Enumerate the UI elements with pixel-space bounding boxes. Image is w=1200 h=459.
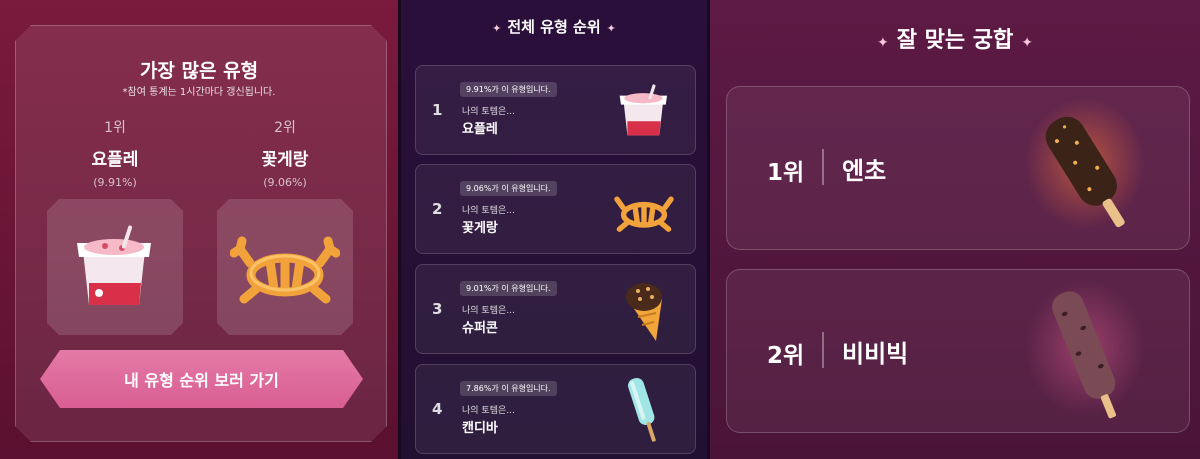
totem-name: 꽃게랑 xyxy=(462,221,498,236)
totem-thumbnail xyxy=(609,275,679,345)
crab-snack-icon xyxy=(230,227,340,307)
type-image-tile xyxy=(47,199,183,335)
percent-badge: 9.01%가 이 유형입니다. xyxy=(460,281,557,296)
divider xyxy=(822,149,824,185)
top-rank-2: 2위 꽃게랑 (9.06%) xyxy=(215,117,355,335)
totem-label: 나의 토템은... xyxy=(462,306,515,316)
percent-badge: 9.91%가 이 유형입니다. xyxy=(460,82,557,97)
totem-thumbnail xyxy=(609,175,679,245)
most-popular-panel: 가장 많은 유형 *참여 통계는 1시간마다 갱신됩니다. 1위 요플레 (9.… xyxy=(0,0,398,459)
totem-name: 캔디바 xyxy=(462,421,498,436)
type-name: 꽃게랑 xyxy=(261,150,309,170)
rank-label: 2위 xyxy=(274,120,296,136)
rank-number: 3 xyxy=(432,300,443,318)
stats-update-note: *참여 통계는 1시간마다 갱신됩니다. xyxy=(122,87,276,98)
sparkle-icon: ✦ xyxy=(877,35,889,51)
compatibility-title: ✦ 잘 맞는 궁합 ✦ xyxy=(710,22,1200,54)
top-rank-1: 1위 요플레 (9.91%) xyxy=(45,117,185,335)
match-card[interactable]: 2위 비비빅 xyxy=(726,269,1190,433)
type-percent: (9.06%) xyxy=(263,176,307,189)
percent-badge: 7.86%가 이 유형입니다. xyxy=(460,381,557,396)
totem-name: 슈퍼콘 xyxy=(462,321,498,336)
overall-ranking-title: ✦ 전체 유형 순위 ✦ xyxy=(401,16,707,37)
percent-badge: 9.06%가 이 유형입니다. xyxy=(460,181,557,196)
compatibility-title-text: 잘 맞는 궁합 xyxy=(896,28,1014,53)
overall-ranking-title-text: 전체 유형 순위 xyxy=(507,18,601,36)
totem-label: 나의 토템은... xyxy=(462,406,515,416)
type-percent: (9.91%) xyxy=(93,176,137,189)
type-image-tile xyxy=(217,199,353,335)
ranking-list-item[interactable]: 2 9.06%가 이 유형입니다. 나의 토템은... 꽃게랑 xyxy=(415,164,696,254)
red-bean-popsicle-icon xyxy=(1025,280,1145,419)
compatibility-panel: ✦ 잘 맞는 궁합 ✦ 1위 엔초 2위 비비빅 xyxy=(710,0,1200,459)
rank-number: 2 xyxy=(432,200,443,218)
match-card[interactable]: 1위 엔초 xyxy=(726,86,1190,250)
most-popular-title: 가장 많은 유형 xyxy=(139,60,259,82)
rank-number: 4 xyxy=(432,400,443,418)
ranking-list-item[interactable]: 3 9.01%가 이 유형입니다. 나의 토템은... 슈퍼콘 xyxy=(415,264,696,354)
ice-cream-cone-icon xyxy=(626,283,662,341)
match-rank: 1위 xyxy=(767,160,805,186)
match-name: 비비빅 xyxy=(842,340,909,368)
sparkle-icon: ✦ xyxy=(606,22,616,35)
yogurt-cup-icon xyxy=(65,217,165,317)
totem-thumbnail xyxy=(609,76,679,146)
crab-snack-icon xyxy=(614,196,674,232)
totem-label: 나의 토템은... xyxy=(462,206,515,216)
chocolate-popsicle-icon xyxy=(1025,97,1145,229)
yogurt-cup-icon xyxy=(619,84,668,136)
match-name: 엔초 xyxy=(842,157,887,185)
type-name: 요플레 xyxy=(91,150,139,170)
candy-bar-popsicle-icon xyxy=(628,377,656,442)
overall-ranking-panel: ✦ 전체 유형 순위 ✦ 1 9.91%가 이 유형입니다. 나의 토템은... 요… xyxy=(401,0,707,459)
sparkle-icon: ✦ xyxy=(1021,35,1033,51)
view-my-rank-button[interactable]: 내 유형 순위 보러 가기 xyxy=(40,350,363,408)
rank-label: 1위 xyxy=(104,120,126,136)
ranking-list-item[interactable]: 1 9.91%가 이 유형입니다. 나의 토템은... 요플레 xyxy=(415,65,696,155)
divider xyxy=(822,332,824,368)
totem-thumbnail xyxy=(609,375,679,445)
ranking-list-item[interactable]: 4 7.86%가 이 유형입니다. 나의 토템은... 캔디바 xyxy=(415,364,696,454)
rank-number: 1 xyxy=(432,101,443,119)
totem-name: 요플레 xyxy=(462,122,498,137)
match-rank: 2위 xyxy=(767,343,805,369)
totem-label: 나의 토템은... xyxy=(462,107,515,117)
sparkle-icon: ✦ xyxy=(492,22,502,35)
